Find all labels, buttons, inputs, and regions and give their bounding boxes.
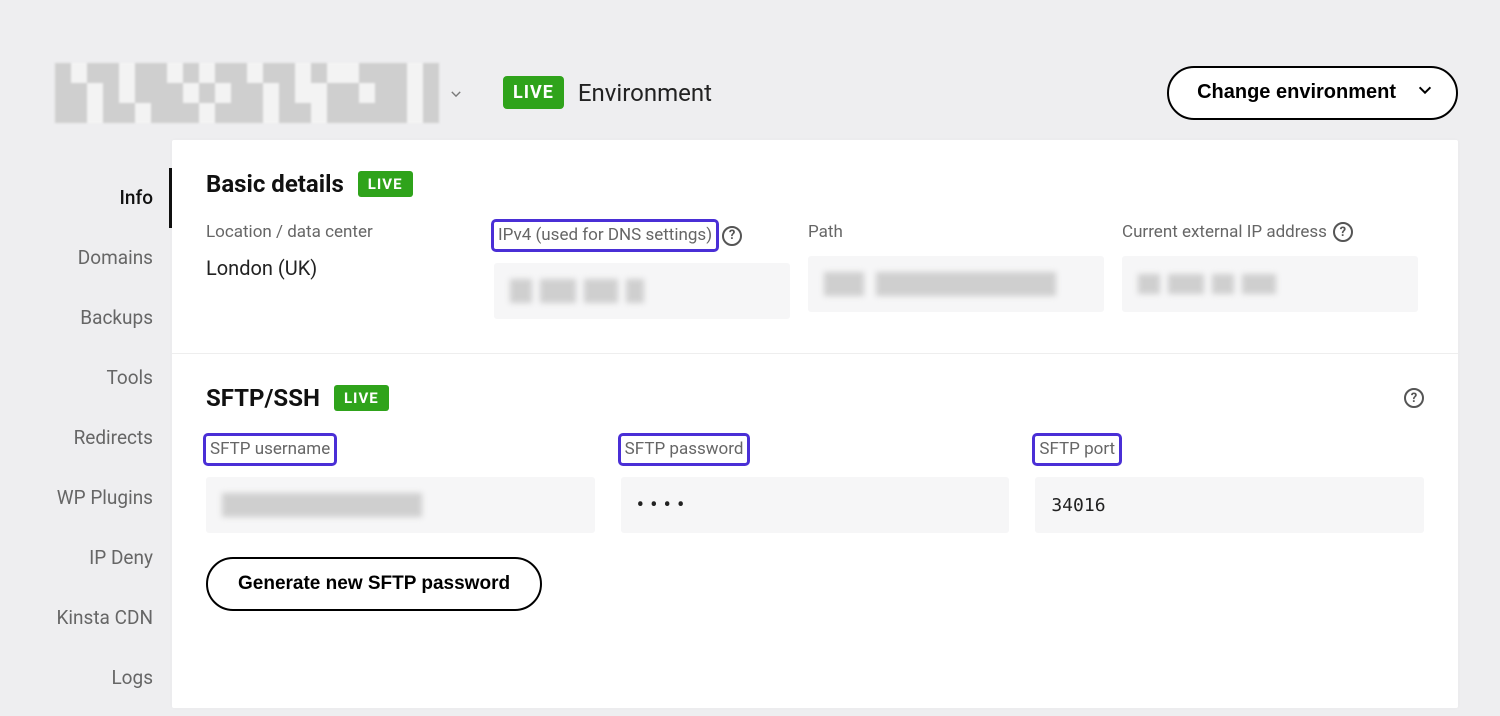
external-ip-label: Current external IP address: [1122, 222, 1327, 242]
external-ip-value[interactable]: [1122, 256, 1418, 312]
ipv4-value[interactable]: [494, 263, 790, 319]
sftp-password-value[interactable]: ••••: [621, 477, 1010, 533]
help-icon[interactable]: ?: [1333, 222, 1353, 242]
sidebar-item-tools[interactable]: Tools: [10, 348, 172, 408]
sidebar-item-wp-plugins[interactable]: WP Plugins: [10, 468, 172, 528]
path-label: Path: [808, 222, 843, 242]
help-icon[interactable]: ?: [722, 226, 742, 246]
help-icon[interactable]: ?: [1404, 388, 1424, 408]
ipv4-label-row: IPv4 (used for DNS settings) ?: [494, 222, 742, 249]
content-panel: Basic details LIVE Location / data cente…: [172, 140, 1458, 708]
password-mask: ••••: [637, 493, 691, 518]
live-badge-small: LIVE: [358, 171, 413, 197]
live-badge-small: LIVE: [334, 385, 389, 411]
sidebar-item-ip-deny[interactable]: IP Deny: [10, 528, 172, 588]
location-value: London (UK): [206, 256, 476, 280]
chevron-down-icon: [449, 86, 463, 100]
sftp-section: SFTP/SSH LIVE ? SFTP username SFTP passw…: [172, 354, 1458, 645]
sidebar-item-kinsta-cdn[interactable]: Kinsta CDN: [10, 588, 172, 648]
site-selector[interactable]: [55, 63, 463, 123]
site-name-blurred: [55, 63, 439, 123]
sftp-username-value[interactable]: [206, 477, 595, 533]
sftp-port-label: SFTP port: [1035, 436, 1119, 463]
header-bar: LIVE Environment Change environment: [0, 0, 1500, 140]
live-badge: LIVE: [503, 76, 564, 109]
environment-label: Environment: [578, 79, 712, 107]
chevron-down-icon: [1416, 81, 1434, 105]
sftp-title: SFTP/SSH: [206, 384, 320, 412]
sftp-password-label: SFTP password: [621, 436, 748, 463]
sftp-username-label: SFTP username: [206, 436, 334, 463]
basic-details-title: Basic details: [206, 170, 344, 198]
sidebar-item-logs[interactable]: Logs: [10, 648, 172, 708]
sftp-port-value[interactable]: 34016: [1035, 477, 1424, 533]
sidebar-item-backups[interactable]: Backups: [10, 288, 172, 348]
basic-details-section: Basic details LIVE Location / data cente…: [172, 140, 1458, 354]
change-environment-button[interactable]: Change environment: [1167, 66, 1458, 120]
location-label: Location / data center: [206, 222, 373, 242]
generate-sftp-password-button[interactable]: Generate new SFTP password: [206, 557, 542, 611]
sidebar-item-redirects[interactable]: Redirects: [10, 408, 172, 468]
environment-indicator: LIVE Environment: [503, 76, 712, 109]
sidebar-item-domains[interactable]: Domains: [10, 228, 172, 288]
sidebar: Info Domains Backups Tools Redirects WP …: [10, 140, 172, 708]
sidebar-item-info[interactable]: Info: [10, 168, 172, 228]
external-ip-label-row: Current external IP address ?: [1122, 222, 1353, 242]
ipv4-label: IPv4 (used for DNS settings): [494, 222, 716, 249]
path-value[interactable]: [808, 256, 1104, 312]
change-environment-label: Change environment: [1197, 81, 1396, 104]
